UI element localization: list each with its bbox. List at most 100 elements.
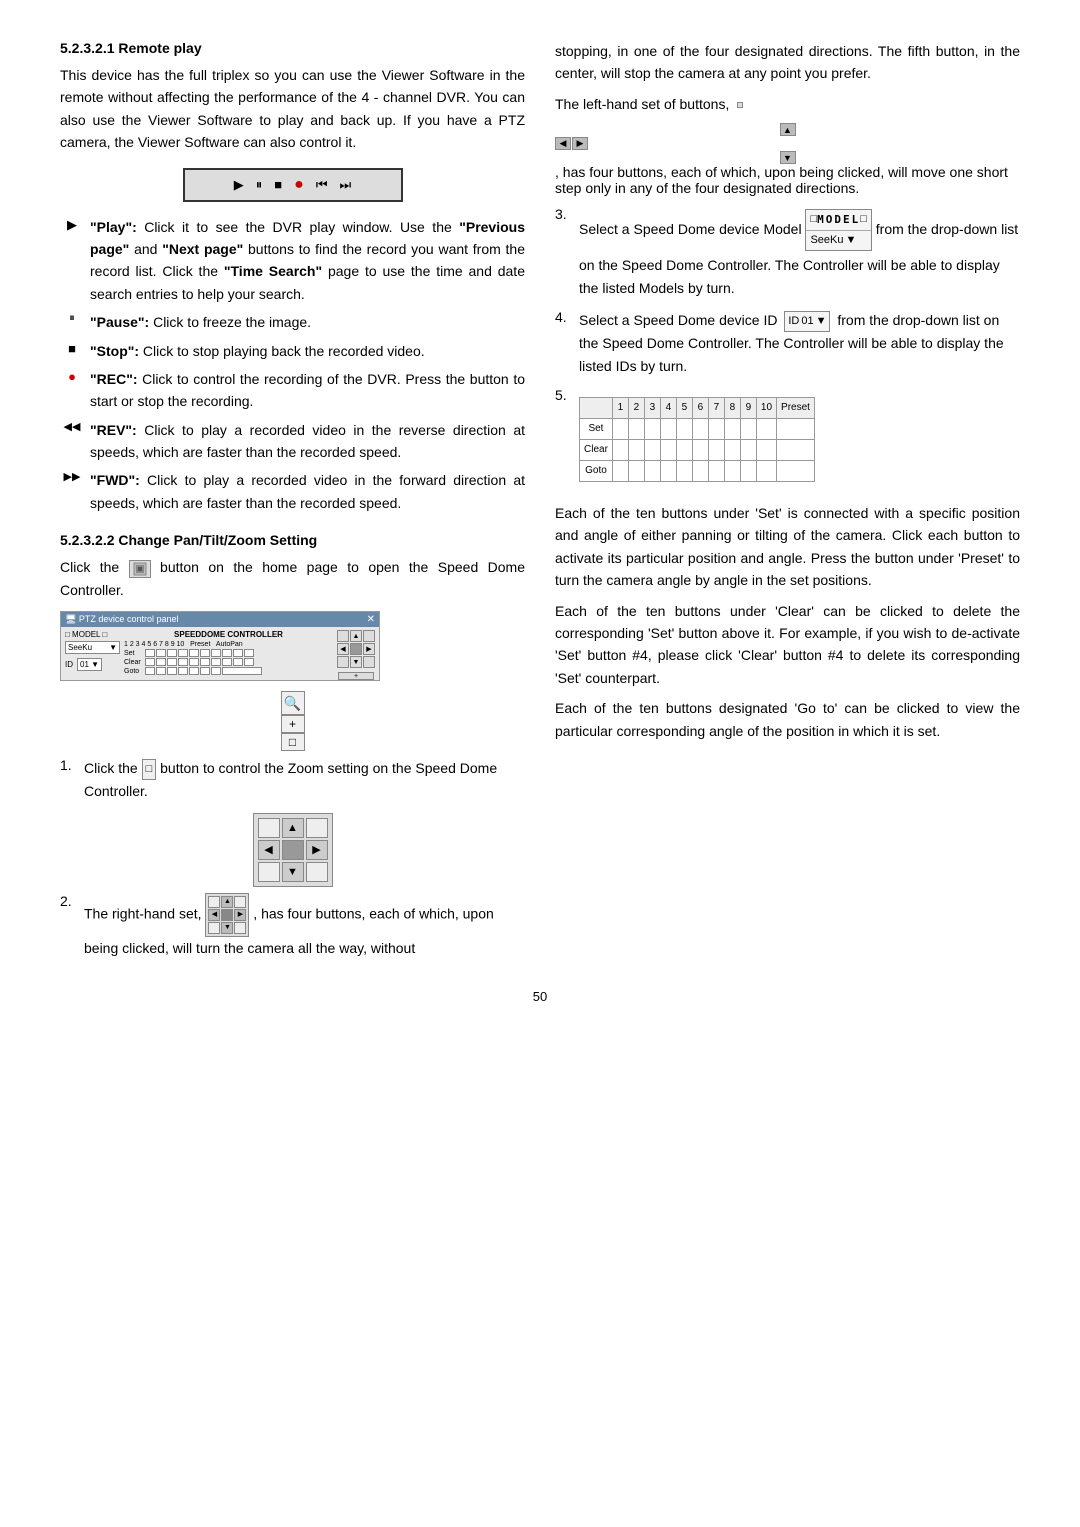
ptz-goto-btn-1[interactable] [145, 667, 155, 675]
ptz-set-btn-10[interactable] [244, 649, 254, 657]
stop-button[interactable]: ■ [272, 177, 284, 192]
goto-btn-9[interactable] [740, 461, 756, 482]
dir-down-right[interactable] [363, 656, 375, 668]
dir-left[interactable]: ◀ [337, 643, 349, 655]
i-nw [208, 896, 220, 908]
ptz-set-btn-8[interactable] [222, 649, 232, 657]
dir-up-left[interactable] [337, 630, 349, 642]
goto-btn-8[interactable] [724, 461, 740, 482]
ptz-clear-btn-2[interactable] [156, 658, 166, 666]
set-btn-1[interactable] [612, 419, 628, 440]
goto-btn-5[interactable] [676, 461, 692, 482]
ptz-set-btn-3[interactable] [167, 649, 177, 657]
clear-btn-3[interactable] [644, 440, 660, 461]
ptz-set-btn-4[interactable] [178, 649, 188, 657]
preset-col-4: 4 [660, 398, 676, 419]
ptz-panel-close-icon[interactable]: ✕ [367, 614, 375, 625]
ptz-goto-btn-6[interactable] [200, 667, 210, 675]
ptz-clear-btn-9[interactable] [233, 658, 243, 666]
preset-set-row: Set [580, 419, 815, 440]
ptz-goto-btn-5[interactable] [189, 667, 199, 675]
ptz-goto-btn-7[interactable] [211, 667, 221, 675]
ptz-clear-buttons [145, 658, 254, 666]
right-list-item-5: 5. 1 2 3 4 5 6 [555, 387, 1020, 492]
ptz-clear-btn-3[interactable] [167, 658, 177, 666]
ptz-set-btn-7[interactable] [211, 649, 221, 657]
id-label: ID [788, 313, 799, 331]
fwd-button[interactable]: ⏭ [338, 177, 354, 193]
clear-btn-9[interactable] [740, 440, 756, 461]
ptz-seeku-dropdown[interactable]: SeeKu ▼ [65, 641, 120, 654]
arrow-down-btn: ▼ [780, 151, 796, 164]
goto-btn-7[interactable] [708, 461, 724, 482]
ptz-clear-btn-7[interactable] [211, 658, 221, 666]
pause-button[interactable]: ⏸ [254, 177, 265, 193]
arrow-mid-row: ◀ ▶ [555, 137, 1020, 150]
clear-btn-6[interactable] [692, 440, 708, 461]
goto-btn-4[interactable] [660, 461, 676, 482]
ptz-set-btn-9[interactable] [233, 649, 243, 657]
goto-btn-6[interactable] [692, 461, 708, 482]
dir-right[interactable]: ▶ [363, 643, 375, 655]
clear-btn-2[interactable] [628, 440, 644, 461]
ptz-button-icon[interactable] [129, 560, 151, 578]
goto-long-btn[interactable] [777, 461, 815, 482]
clear-btn-4[interactable] [660, 440, 676, 461]
rev-button[interactable]: ⏮ [314, 177, 330, 193]
set-btn-8[interactable] [724, 419, 740, 440]
ptz-set-btn-2[interactable] [156, 649, 166, 657]
rec-button[interactable]: ● [292, 176, 306, 194]
dir-up-right[interactable] [363, 630, 375, 642]
ptz-clear-btn-4[interactable] [178, 658, 188, 666]
playback-controls-bar: ▶ ⏸ ■ ● ⏮ ⏭ [183, 168, 403, 202]
dir-up[interactable]: ▲ [350, 630, 362, 642]
ptz-preset-rows: Set [124, 649, 333, 675]
ptz-set-btn-6[interactable] [200, 649, 210, 657]
clear-btn-8[interactable] [724, 440, 740, 461]
ptz-panel-screenshot: 🖥 PTZ device control panel ✕ □ MODEL □ S… [60, 611, 380, 681]
set-btn-2[interactable] [628, 419, 644, 440]
set-btn-4[interactable] [660, 419, 676, 440]
dir-down[interactable]: ▼ [350, 656, 362, 668]
goto-btn-2[interactable] [628, 461, 644, 482]
dir-down-left[interactable] [337, 656, 349, 668]
model-seeku-value: SeeKu [810, 232, 843, 250]
ptz-clear-btn-1[interactable] [145, 658, 155, 666]
clear-btn-1[interactable] [612, 440, 628, 461]
set-btn-3[interactable] [644, 419, 660, 440]
ptz-clear-btn-8[interactable] [222, 658, 232, 666]
ptz-id-row: ID 01 ▼ [65, 658, 120, 671]
ptz-goto-btn-2[interactable] [156, 667, 166, 675]
ptz-clear-btn-10[interactable] [244, 658, 254, 666]
set-btn-7[interactable] [708, 419, 724, 440]
clear-btn-7[interactable] [708, 440, 724, 461]
zoom-search-icon: 🔍 [281, 691, 305, 715]
goto-btn-1[interactable] [612, 461, 628, 482]
ptz-goto-btn-3[interactable] [167, 667, 177, 675]
clear-btn-10[interactable] [756, 440, 776, 461]
set-btn-6[interactable] [692, 419, 708, 440]
zoom-inline-btn[interactable]: □ [142, 759, 157, 781]
ptz-clear-btn-6[interactable] [200, 658, 210, 666]
ptz-goto-long-btn[interactable] [222, 667, 262, 675]
ptz-goto-btn-4[interactable] [178, 667, 188, 675]
clear-preset-btn[interactable] [777, 440, 815, 461]
set-btn-9[interactable] [740, 419, 756, 440]
set-btn-5[interactable] [676, 419, 692, 440]
goto-btn-3[interactable] [644, 461, 660, 482]
ptz-right-panel: ▲ ◀ ▶ ▼ + − [337, 630, 375, 681]
ptz-id-dropdown[interactable]: 01 ▼ [77, 658, 102, 671]
set-preset-btn[interactable] [777, 419, 815, 440]
set-btn-10[interactable] [756, 419, 776, 440]
zoom-plus-btn[interactable]: + [338, 672, 374, 680]
ptz-set-btn-5[interactable] [189, 649, 199, 657]
clear-btn-5[interactable] [676, 440, 692, 461]
preset-desc-3: Each of the ten buttons designated 'Go t… [555, 697, 1020, 742]
ptz-clear-btn-5[interactable] [189, 658, 199, 666]
ptz-set-btn-1[interactable] [145, 649, 155, 657]
dir-center[interactable] [350, 643, 362, 655]
rec-bullet: ● "REC": Click to control the recording … [60, 368, 525, 413]
goto-btn-10[interactable] [756, 461, 776, 482]
model-dropdown-arrow: ▼ [846, 232, 857, 250]
play-button[interactable]: ▶ [232, 177, 246, 193]
